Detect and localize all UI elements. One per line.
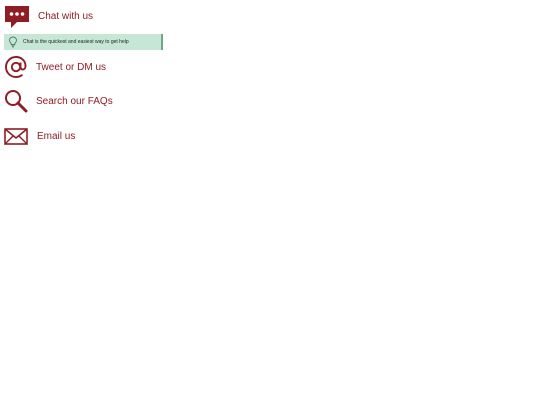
search-faqs-label: Search our FAQs: [36, 95, 113, 107]
email-us-label: Email us: [37, 131, 76, 142]
chat-tip-text: Chat is the quickest and easiest way to …: [23, 39, 129, 45]
magnifier-icon: [5, 90, 28, 113]
chat-tip-banner: Chat is the quickest and easiest way to …: [4, 34, 163, 50]
envelope-icon: [4, 128, 28, 145]
at-sign-icon: [5, 56, 27, 78]
tweet-or-dm-link[interactable]: Tweet or DM us: [4, 55, 106, 79]
contact-options-list: Chat with us Chat is the quickest and ea…: [0, 0, 540, 405]
email-us-link[interactable]: Email us: [4, 128, 75, 145]
tweet-or-dm-label: Tweet or DM us: [36, 61, 107, 73]
chat-with-us-link[interactable]: Chat with us: [4, 5, 93, 29]
lightbulb-icon: [9, 36, 17, 48]
chat-bubble-icon: [5, 6, 29, 28]
search-faqs-link[interactable]: Search our FAQs: [4, 89, 113, 113]
chat-with-us-label: Chat with us: [38, 10, 94, 22]
